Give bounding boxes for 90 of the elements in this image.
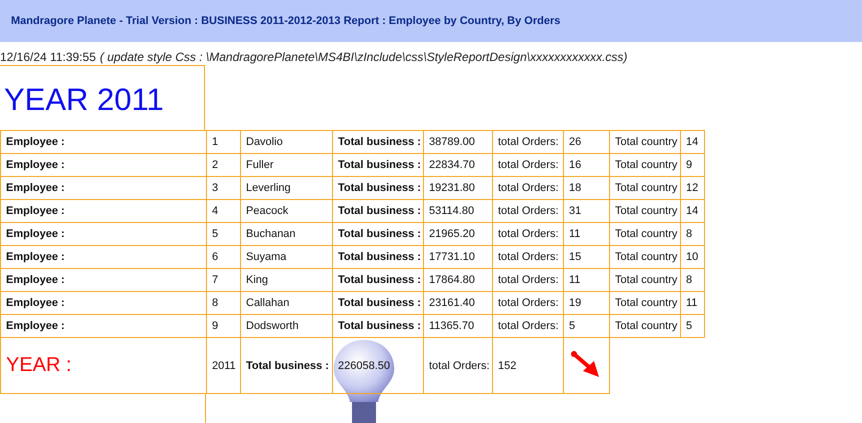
orders-value: 15 [564, 246, 610, 268]
country-label: Total country [610, 200, 680, 222]
country-value: 9 [680, 154, 704, 176]
employee-label: Employee : [0, 292, 206, 314]
business-value: 21965.20 [424, 222, 492, 246]
country-value: 14 [680, 200, 704, 222]
employee-name: Buchanan [240, 222, 332, 246]
business-label: Total business : [332, 154, 424, 176]
orders-label: total Orders: [492, 130, 564, 154]
employee-label: Employee : [0, 314, 206, 338]
business-value: 11365.70 [424, 314, 492, 338]
employee-label: Employee : [0, 130, 206, 154]
orders-value: 26 [564, 130, 610, 154]
orders-label: total Orders: [492, 292, 564, 314]
year-label: YEAR : [6, 354, 72, 376]
country-value: 5 [680, 314, 704, 338]
orders-total: 152 [492, 338, 564, 394]
country-label: Total country [610, 222, 680, 246]
employee-number: 1 [206, 130, 240, 154]
employee-label: Employee : [0, 200, 206, 222]
employee-name: Suyama [240, 246, 332, 268]
timestamp: 12/16/24 11:39:55 [0, 50, 96, 64]
orders-label: total Orders: [492, 314, 564, 338]
country-value: 12 [680, 176, 704, 200]
country-value: 10 [680, 246, 704, 268]
orders-label: total Orders: [424, 338, 492, 394]
business-label: Total business : [332, 246, 424, 268]
employee-number: 8 [206, 292, 240, 314]
country-label: Total country [610, 292, 680, 314]
orders-value: 18 [564, 176, 610, 200]
employee-name: King [240, 268, 332, 292]
employee-name: Dodsworth [240, 314, 332, 338]
orders-label: total Orders: [492, 200, 564, 222]
employee-number: 6 [206, 246, 240, 268]
business-value: 38789.00 [424, 130, 492, 154]
orders-value: 5 [564, 314, 610, 338]
orders-value: 11 [564, 268, 610, 292]
business-value: 17864.80 [424, 268, 492, 292]
employee-label: Employee : [0, 222, 206, 246]
orders-value: 16 [564, 154, 610, 176]
country-label: Total country [610, 268, 680, 292]
orders-value: 11 [564, 222, 610, 246]
employee-label: Employee : [0, 154, 206, 176]
employee-label: Employee : [0, 176, 206, 200]
business-label: Total business : [332, 292, 424, 314]
business-value: 19231.80 [424, 176, 492, 200]
orders-label: total Orders: [492, 154, 564, 176]
business-label: Total business : [332, 130, 424, 154]
orders-label: total Orders: [492, 222, 564, 246]
country-value: 11 [680, 292, 704, 314]
country-label: Total country [610, 314, 680, 338]
employee-label: Employee : [0, 268, 206, 292]
style-note: ( update style Css : \MandragorePlanete\MS4BI\zInclude\css\StyleReportDesign\xxxxxxxxxxxx.css) [100, 50, 628, 64]
business-label: Total business : [332, 314, 424, 338]
business-label: Total business : [332, 176, 424, 200]
business-value: 17731.10 [424, 246, 492, 268]
business-label: Total business : [332, 268, 424, 292]
business-label: Total business : [240, 338, 332, 394]
business-label: Total business : [332, 200, 424, 222]
orders-label: total Orders: [492, 268, 564, 292]
employee-number: 2 [206, 154, 240, 176]
employee-name: Callahan [240, 292, 332, 314]
employee-number: 9 [206, 314, 240, 338]
report-title: Mandragore Planete - Trial Version : BUSINESS 2011-2012-2013 Report : Employee by Country, By Orders [11, 15, 560, 27]
country-value: 14 [680, 130, 704, 154]
employee-number: 3 [206, 176, 240, 200]
year-title: YEAR 2011 [4, 82, 164, 118]
employee-name: Davolio [240, 130, 332, 154]
employee-name: Fuller [240, 154, 332, 176]
employee-label: Employee : [0, 246, 206, 268]
year-value: 2011 [206, 338, 240, 394]
business-value: 22834.70 [424, 154, 492, 176]
country-value: 8 [680, 222, 704, 246]
orders-value: 19 [564, 292, 610, 314]
business-value: 53114.80 [424, 200, 492, 222]
orders-label: total Orders: [492, 176, 564, 200]
employee-name: Leverling [240, 176, 332, 200]
employee-name: Peacock [240, 200, 332, 222]
country-value: 8 [680, 268, 704, 292]
country-label: Total country [610, 130, 680, 154]
orders-value: 31 [564, 200, 610, 222]
employee-number: 7 [206, 268, 240, 292]
business-value: 23161.40 [424, 292, 492, 314]
business-label: Total business : [332, 222, 424, 246]
country-label: Total country [610, 154, 680, 176]
employee-number: 4 [206, 200, 240, 222]
employee-number: 5 [206, 222, 240, 246]
country-label: Total country [610, 246, 680, 268]
orders-label: total Orders: [492, 246, 564, 268]
country-label: Total country [610, 176, 680, 200]
